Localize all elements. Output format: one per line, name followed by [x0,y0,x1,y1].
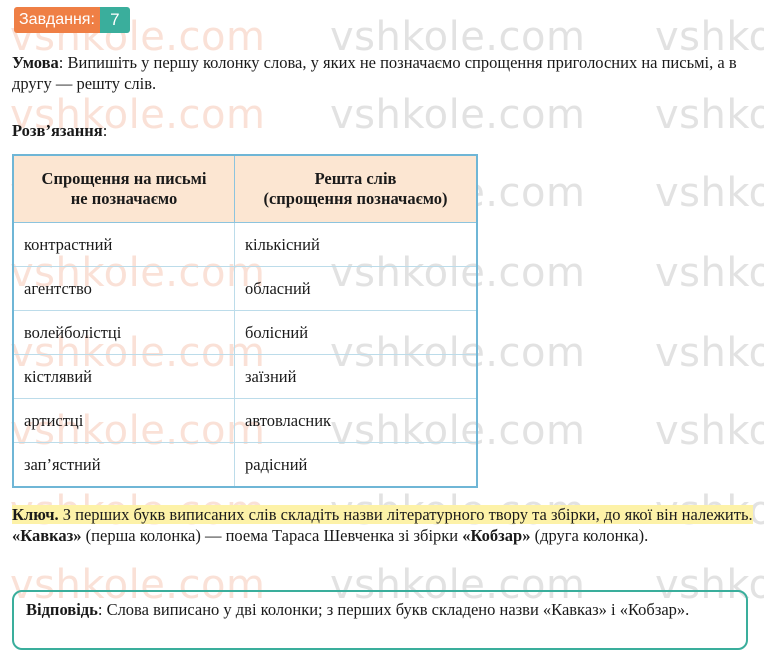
table-cell: заїзний [234,354,478,399]
table-row: агентство обласний [12,266,478,311]
page-content: Завдання: 7 Умова: Випишіть у першу коло… [0,0,764,657]
column-header-line: Спрощення на письмі [41,169,207,188]
column-header-line: (спрощення позначаємо) [263,189,448,208]
key-work-title: «Кавказ» [12,526,82,545]
table-row: контрастний кількісний [12,222,478,267]
solution-suffix: : [102,121,108,140]
words-table: Спрощення на письмі не позначаємо Решта … [12,154,478,488]
condition-text: : Випишіть у першу колонку слова, у яких… [12,53,737,93]
column-header-line: не позначаємо [70,189,178,208]
table-row: артистці автовласник [12,398,478,443]
table-cell: агентство [12,266,235,311]
solution-label: Розв’язання [12,121,103,140]
key-highlight: Ключ. З перших букв виписаних слів склад… [12,505,753,524]
key-label: Ключ. [12,505,59,524]
key-highlighted-text: З перших букв виписаних слів складіть на… [58,505,753,524]
table-cell: кількісний [234,222,478,267]
table-row: зап’ястний радісний [12,442,478,488]
table-cell: обласний [234,266,478,311]
table-cell: контрастний [12,222,235,267]
task-badge: Завдання: 7 [14,7,130,33]
solution-heading: Розв’язання: [12,120,107,141]
table-cell: зап’ястний [12,442,235,488]
table-header-row: Спрощення на письмі не позначаємо Решта … [12,154,478,223]
table-cell: кістлявий [12,354,235,399]
key-collection-title: «Кобзар» [462,526,531,545]
task-number: 7 [99,7,130,33]
task-label: Завдання: [14,7,100,33]
table-cell: болісний [234,310,478,355]
column-header-line: Решта слів [314,169,397,188]
key-middle-text: (перша колонка) — поема Тараса Шевченка … [81,526,463,545]
condition-paragraph: Умова: Випишіть у першу колонку слова, у… [12,52,752,94]
key-paragraph: Ключ. З перших букв виписаних слів склад… [12,504,757,546]
table-row: волейболістці болісний [12,310,478,355]
column-header-not-marked: Спрощення на письмі не позначаємо [12,154,235,223]
table-cell: радісний [234,442,478,488]
key-end-text: (друга колонка). [530,526,649,545]
table-cell: артистці [12,398,235,443]
column-header-other-words: Решта слів (спрощення позначаємо) [234,154,478,223]
condition-label: Умова [12,53,59,72]
answer-box: Відповідь: Слова виписано у дві колонки;… [12,590,748,650]
table-cell: автовласник [234,398,478,443]
answer-text: : Слова виписано у дві колонки; з перших… [97,600,690,619]
answer-label: Відповідь [26,600,98,619]
table-row: кістлявий заїзний [12,354,478,399]
table-cell: волейболістці [12,310,235,355]
